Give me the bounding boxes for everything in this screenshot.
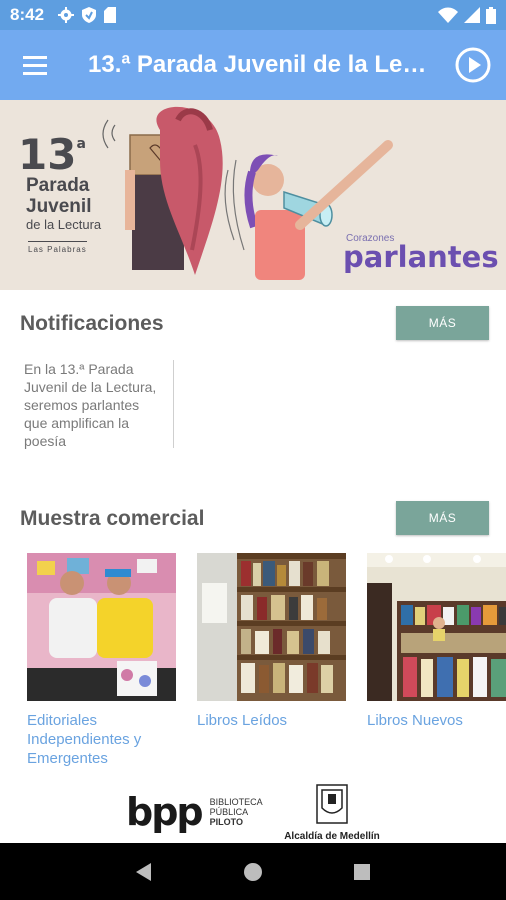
bpp-logo-subtitle: BIBLIOTECA PÚBLICA PILOTO: [209, 797, 263, 827]
hamburger-menu-icon[interactable]: [14, 44, 56, 86]
commercial-item-editoriales[interactable]: Editoriales Independientes y Emergentes: [27, 553, 176, 768]
banner-subtitle: de la Lectura: [26, 217, 102, 232]
libros-nuevos-caption: Libros Nuevos: [367, 712, 463, 729]
shield-icon: [82, 7, 97, 23]
bpp-logo: bpp BIBLIOTECA PÚBLICA PILOTO: [126, 790, 263, 834]
alcaldia-logo: Alcaldía de Medellín: [282, 784, 382, 842]
notifications-title: Notificaciones: [20, 312, 164, 335]
commercial-item-libros-nuevos[interactable]: Libros Nuevos: [367, 553, 506, 730]
editoriales-caption: Editoriales Independientes y Emergentes: [27, 712, 142, 767]
settings-icon: [58, 7, 75, 23]
play-circle-icon[interactable]: [454, 46, 492, 84]
notification-text: En la 13.ª Parada Juvenil de la Lectura,…: [24, 361, 157, 449]
wifi-icon: [438, 7, 458, 23]
commercial-more-button[interactable]: MÁS: [396, 501, 489, 535]
status-time: 8:42: [10, 5, 45, 24]
home-icon[interactable]: [242, 861, 264, 883]
commercial-item-libros-leidos[interactable]: Libros Leídos: [197, 553, 346, 730]
app-bar-title: 13.ª Parada Juvenil de la Lectura: [88, 51, 438, 78]
banner-number: 13a: [18, 130, 86, 179]
recents-icon[interactable]: [351, 861, 373, 883]
libros-leidos-caption: Libros Leídos: [197, 712, 288, 729]
notifications-more-button[interactable]: MÁS: [396, 306, 489, 340]
back-icon[interactable]: [133, 861, 155, 883]
banner-title: Parada Juvenil: [26, 175, 92, 217]
las-palabras-logo: Las Palabras: [28, 241, 87, 254]
bpp-logo-word: bpp: [126, 790, 204, 834]
status-bar: 8:42: [0, 0, 506, 30]
notification-item[interactable]: En la 13.ª Parada Juvenil de la Lectura,…: [24, 360, 174, 449]
libros-leidos-image: [197, 553, 346, 701]
sd-card-icon: [104, 7, 117, 23]
battery-icon: [486, 6, 496, 24]
editoriales-image: [27, 553, 176, 701]
app-bar: 13.ª Parada Juvenil de la Lectura: [0, 30, 506, 100]
alcaldia-text: Alcaldía de Medellín: [284, 831, 380, 842]
alcaldia-shield-icon: [316, 784, 348, 824]
signal-icon: [464, 7, 480, 23]
event-banner[interactable]: 13a Parada Juvenil de la Lectura Las Pal…: [0, 100, 506, 290]
navigation-bar: [0, 843, 506, 900]
libros-nuevos-image: [367, 553, 506, 701]
commercial-title: Muestra comercial: [20, 507, 205, 530]
banner-tagline: parlantes: [343, 240, 499, 274]
